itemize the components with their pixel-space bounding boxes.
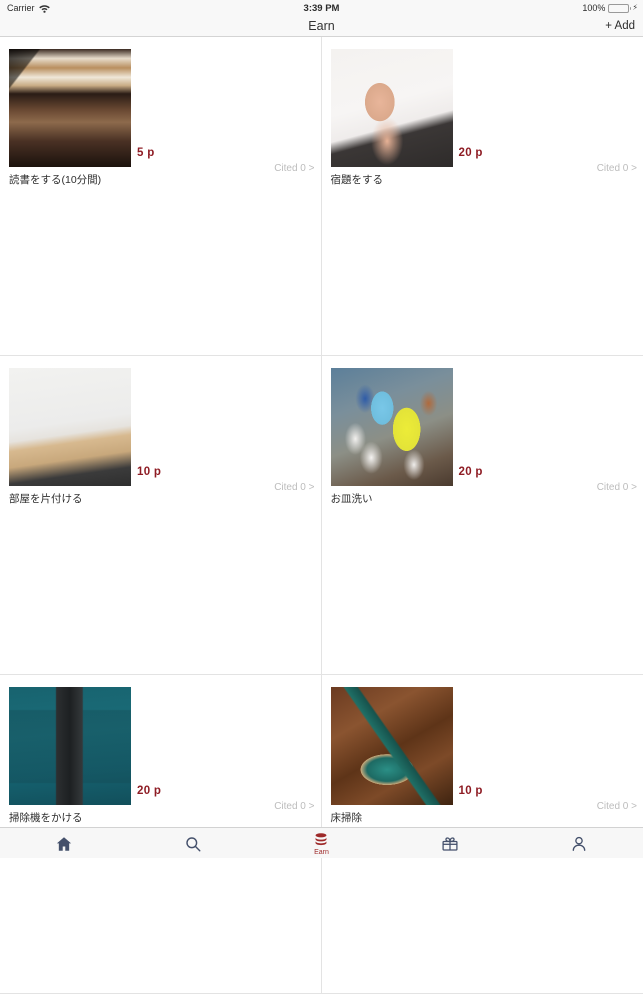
cited-link[interactable]: Cited 0 > xyxy=(597,163,637,174)
task-points: 10 p xyxy=(137,466,161,478)
tab-earn-label: Earn xyxy=(314,849,329,856)
tab-bar: Earn xyxy=(0,827,643,858)
task-card[interactable]: 10 p Cited 0 > 部屋を片付ける xyxy=(0,356,322,675)
task-caption: 床掃除 xyxy=(331,810,363,825)
task-card[interactable]: 5 p Cited 0 > 読書をする(10分間) xyxy=(0,37,322,356)
task-points: 20 p xyxy=(459,147,483,159)
nav-bar: Earn + Add xyxy=(0,16,643,37)
reading-book-photo xyxy=(9,49,131,167)
person-icon xyxy=(570,835,588,853)
task-row: 5 p Cited 0 > 読書をする(10分間) 20 p Cited 0 >… xyxy=(0,37,643,356)
cited-link[interactable]: Cited 0 > xyxy=(597,801,637,812)
task-grid: 5 p Cited 0 > 読書をする(10分間) 20 p Cited 0 >… xyxy=(0,37,643,827)
status-bar-right: 100% ⚡ xyxy=(582,3,638,13)
page-title: Earn xyxy=(0,19,643,33)
floor-mop-photo xyxy=(331,687,453,805)
homework-notebook-photo xyxy=(331,49,453,167)
search-icon xyxy=(184,835,202,853)
dishes-cups-photo xyxy=(331,368,453,486)
battery-percent-label: 100% xyxy=(582,3,605,13)
task-card[interactable]: 20 p Cited 0 > 宿題をする xyxy=(322,37,643,356)
task-row: 10 p Cited 0 > 部屋を片付ける 20 p Cited 0 > お皿… xyxy=(0,356,643,675)
add-button[interactable]: + Add xyxy=(605,20,635,32)
status-bar-time: 3:39 PM xyxy=(0,3,643,14)
cited-link[interactable]: Cited 0 > xyxy=(274,801,314,812)
gift-icon xyxy=(441,835,459,853)
task-card[interactable]: 20 p Cited 0 > お皿洗い xyxy=(322,356,643,675)
task-caption: 部屋を片付ける xyxy=(9,491,83,506)
lightning-bolt-icon: ⚡ xyxy=(632,4,638,12)
battery-full-icon xyxy=(608,4,629,13)
task-points: 20 p xyxy=(137,785,161,797)
task-caption: 宿題をする xyxy=(331,172,384,187)
tab-profile[interactable] xyxy=(514,828,643,858)
tab-search[interactable] xyxy=(129,828,258,858)
task-points: 20 p xyxy=(459,466,483,478)
tidy-room-photo xyxy=(9,368,131,486)
status-bar: Carrier 3:39 PM 100% ⚡ xyxy=(0,0,643,16)
tab-home[interactable] xyxy=(0,828,129,858)
cited-link[interactable]: Cited 0 > xyxy=(274,163,314,174)
tab-earn[interactable]: Earn xyxy=(257,828,386,858)
tab-gift[interactable] xyxy=(386,828,515,858)
task-points: 10 p xyxy=(459,785,483,797)
coins-icon xyxy=(313,832,329,848)
cited-link[interactable]: Cited 0 > xyxy=(274,482,314,493)
vacuum-cleaner-photo xyxy=(9,687,131,805)
home-icon xyxy=(55,835,73,853)
task-points: 5 p xyxy=(137,147,155,159)
cited-link[interactable]: Cited 0 > xyxy=(597,482,637,493)
task-caption: 読書をする(10分間) xyxy=(9,172,101,187)
task-caption: 掃除機をかける xyxy=(9,810,83,825)
task-caption: お皿洗い xyxy=(331,491,373,506)
